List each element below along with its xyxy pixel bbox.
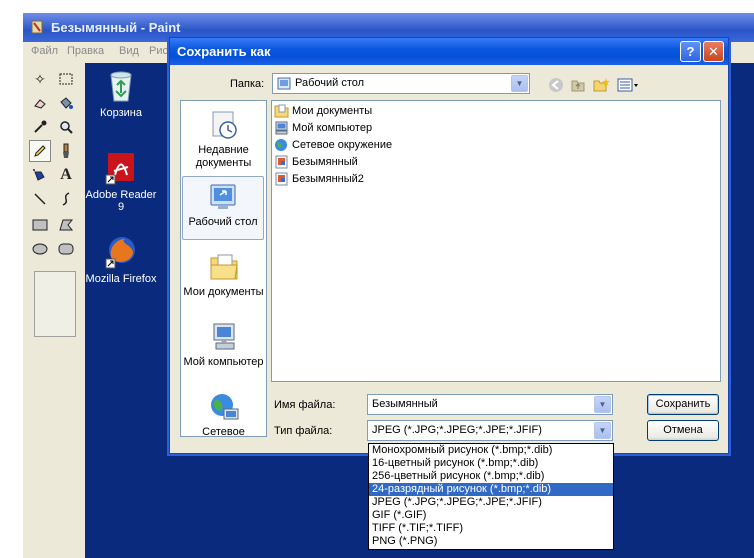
recent-documents-icon	[212, 111, 237, 139]
adobe-reader-icon	[105, 153, 134, 185]
place-label: Недавние документы	[195, 144, 252, 169]
rect-select-icon[interactable]	[55, 68, 77, 90]
folder-value: Рабочий стол	[295, 77, 365, 89]
close-button[interactable]: ✕	[703, 41, 724, 62]
up-folder-icon[interactable]	[568, 76, 588, 94]
my-computer-icon	[213, 323, 234, 350]
desktop-icon-label: Mozilla Firefox	[85, 273, 157, 285]
filetype-dropdown-list[interactable]: Монохромный рисунок (*.bmp;*.dib) 16-цвет…	[368, 443, 614, 550]
place-label: Мой компьютер	[183, 356, 264, 368]
file-name: Безымянный2	[292, 173, 364, 185]
file-item[interactable]: Безымянный	[274, 154, 358, 170]
file-list[interactable]: Мои документы Мой компьютер Сетевое окру…	[271, 100, 721, 382]
fill-bucket-icon[interactable]	[55, 92, 77, 114]
magnifier-icon[interactable]	[55, 116, 77, 138]
color-picker-icon[interactable]	[29, 116, 51, 138]
free-select-icon[interactable]: ✧	[29, 68, 51, 90]
paint-title: Безымянный - Paint	[51, 20, 181, 35]
view-menu-icon[interactable]	[616, 76, 640, 94]
desktop-icon	[210, 184, 236, 209]
menu-edit[interactable]: Правка	[67, 45, 104, 57]
dialog-title: Сохранить как	[177, 44, 271, 59]
file-item[interactable]: Сетевое окружение	[274, 137, 392, 153]
menu-file[interactable]: Файл	[31, 45, 58, 57]
new-folder-icon[interactable]	[591, 76, 611, 94]
folder-label: Папка:	[230, 78, 265, 90]
filetype-label: Тип файла:	[274, 425, 333, 437]
filetype-combo[interactable]: JPEG (*.JPG;*.JPEG;*.JPE;*.JFIF) ▼	[367, 420, 613, 441]
my-documents-icon	[210, 254, 238, 280]
chevron-down-icon[interactable]: ▼	[511, 75, 528, 92]
pencil-icon[interactable]	[29, 140, 51, 162]
paint-toolbox: ✧ A	[23, 60, 81, 558]
save-button[interactable]: Сохранить	[647, 394, 719, 415]
place-label: Сетевое	[202, 426, 245, 438]
file-name: Сетевое окружение	[292, 139, 393, 151]
ellipse-icon[interactable]	[29, 238, 51, 260]
image-file-icon	[275, 172, 288, 186]
recycle-bin-icon	[110, 71, 132, 102]
desktop-small-icon	[277, 77, 291, 90]
desktop-icon-label: Adobe Reader 9	[85, 189, 157, 213]
desktop-firefox[interactable]: Mozilla Firefox	[83, 235, 159, 285]
menu-image[interactable]: Рис	[149, 45, 168, 57]
place-recent-documents[interactable]: Недавние документы	[181, 109, 266, 170]
filetype-option[interactable]: Монохромный рисунок (*.bmp;*.dib)	[369, 444, 613, 457]
place-desktop[interactable]: Рабочий стол	[182, 176, 264, 240]
place-label: Мои документы	[183, 286, 264, 298]
computer-icon	[275, 121, 288, 135]
curve-icon[interactable]	[55, 188, 77, 210]
paint-app-icon	[31, 20, 43, 34]
filetype-option[interactable]: JPEG (*.JPG;*.JPEG;*.JPE;*.JFIF)	[369, 496, 613, 509]
network-icon	[210, 394, 238, 420]
network-places-icon	[275, 139, 287, 151]
filetype-option[interactable]: 24-разрядный рисунок (*.bmp;*.dib)	[369, 483, 613, 496]
place-my-computer[interactable]: Мой компьютер	[181, 321, 266, 369]
file-item[interactable]: Безымянный2	[274, 171, 364, 187]
file-name: Мои документы	[292, 105, 373, 117]
desktop-icon-label: Корзина	[100, 107, 142, 119]
firefox-icon	[105, 237, 135, 269]
filename-value: Безымянный	[372, 398, 438, 410]
folder-documents-icon	[274, 104, 289, 118]
menu-view[interactable]: Вид	[119, 45, 139, 57]
places-bar: Недавние документы Рабочий стол Мои доку…	[180, 100, 267, 439]
file-item[interactable]: Мой компьютер	[274, 120, 372, 136]
brush-icon[interactable]	[55, 140, 77, 162]
place-my-documents[interactable]: Мои документы	[181, 251, 266, 299]
tool-options-box[interactable]	[34, 271, 76, 337]
chevron-down-icon[interactable]: ▼	[594, 396, 611, 413]
filetype-option[interactable]: PNG (*.PNG)	[369, 535, 613, 548]
rounded-rect-icon[interactable]	[55, 238, 77, 260]
file-name: Мой компьютер	[292, 122, 373, 134]
image-file-icon	[275, 155, 288, 169]
filename-label: Имя файла:	[274, 399, 336, 411]
file-item[interactable]: Мои документы	[274, 103, 372, 119]
folder-combo[interactable]: Рабочий стол ▼	[272, 73, 530, 94]
dialog-titlebar[interactable]: Сохранить как ? ✕	[170, 38, 728, 65]
rectangle-icon[interactable]	[29, 214, 51, 236]
polygon-icon[interactable]	[55, 214, 77, 236]
help-button[interactable]: ?	[680, 41, 701, 62]
save-as-dialog: Сохранить как ? ✕ Папка: Рабочий стол ▼ …	[169, 37, 729, 550]
airbrush-icon[interactable]	[29, 164, 51, 186]
filename-combo[interactable]: Безымянный ▼	[367, 394, 613, 415]
text-tool-icon[interactable]: A	[55, 164, 77, 186]
desktop-recycle-bin[interactable]: Корзина	[83, 69, 159, 119]
file-name: Безымянный	[292, 156, 358, 168]
filetype-option[interactable]: TIFF (*.TIF;*.TIFF)	[369, 522, 613, 535]
back-icon[interactable]	[546, 76, 566, 94]
filetype-option[interactable]: 16-цветный рисунок (*.bmp;*.dib)	[369, 457, 613, 470]
line-icon[interactable]	[29, 188, 51, 210]
place-label: Рабочий стол	[188, 216, 258, 228]
chevron-down-icon[interactable]: ▼	[594, 422, 611, 439]
filetype-value: JPEG (*.JPG;*.JPEG;*.JPE;*.JFIF)	[372, 424, 542, 436]
filetype-option[interactable]: 256-цветный рисунок (*.bmp;*.dib)	[369, 470, 613, 483]
cancel-button[interactable]: Отмена	[647, 420, 719, 441]
place-network[interactable]: Сетевое	[181, 391, 266, 439]
filetype-option[interactable]: GIF (*.GIF)	[369, 509, 613, 522]
eraser-icon[interactable]	[29, 92, 51, 114]
desktop-adobe-reader[interactable]: Adobe Reader 9	[83, 151, 159, 213]
